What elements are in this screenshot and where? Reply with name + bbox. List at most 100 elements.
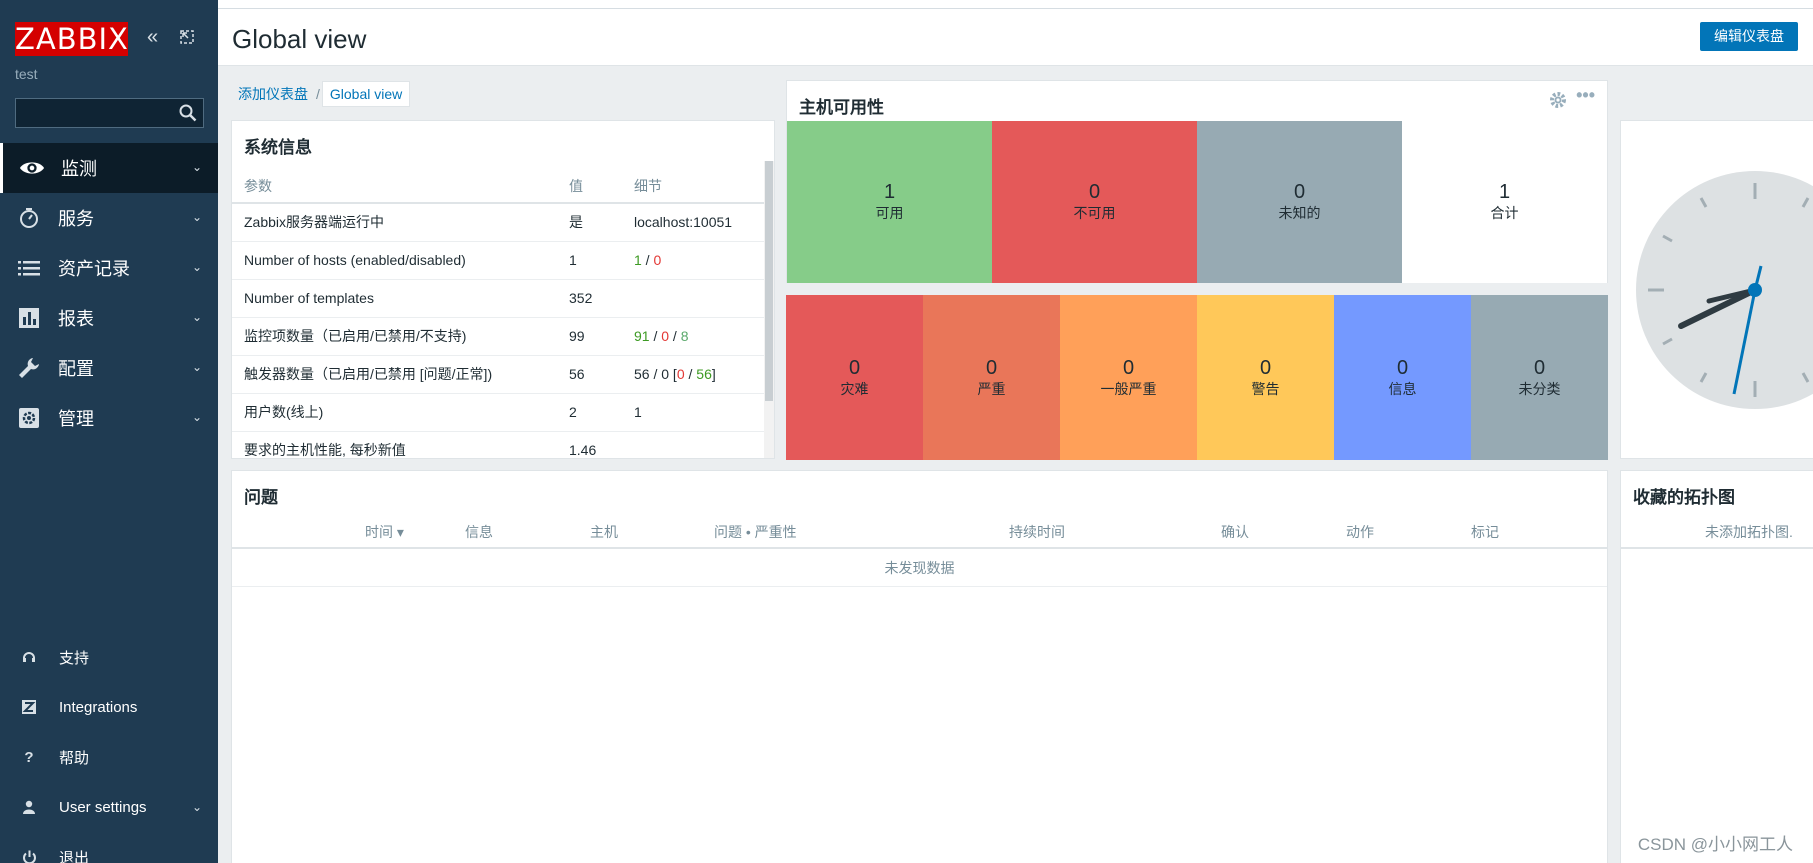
system-info-widget: 系统信息 参数 值 细节 Zabbix服务器端运行中 是 localhost:1… [231, 120, 775, 459]
stopwatch-icon [16, 206, 42, 230]
table-row: Zabbix服务器端运行中 是 localhost:10051 [232, 203, 766, 242]
zabbix-logo[interactable]: ZABBIX [15, 22, 128, 56]
page-header: Global view 编辑仪表盘 [218, 0, 1813, 66]
enabled-count: 1 [634, 252, 642, 268]
count: 0 [1533, 356, 1546, 379]
severity-cell-warning[interactable]: 0 警告 [1197, 295, 1334, 460]
edit-dashboard-button[interactable]: 编辑仪表盘 [1700, 22, 1798, 51]
label: 不可用 [1073, 205, 1116, 221]
ok-count: 56 [696, 366, 712, 382]
search-icon[interactable] [179, 104, 197, 125]
widget-title: 收藏的拓扑图 [1633, 488, 1735, 507]
breadcrumb-separator: / [316, 86, 320, 102]
system-info-table: 参数 值 细节 Zabbix服务器端运行中 是 localhost:10051 … [232, 169, 766, 458]
collapse-sidebar-icon[interactable]: « [147, 26, 158, 49]
severity-cell-not-classified[interactable]: 0 未分类 [1471, 295, 1608, 460]
severity-cell-high[interactable]: 0 严重 [923, 295, 1060, 460]
kiosk-mode-icon[interactable] [179, 28, 195, 51]
disabled-count: 0 [661, 328, 670, 344]
count: 0 [1088, 181, 1101, 203]
breadcrumb-dashboards-link[interactable]: 添加仪表盘 [232, 80, 314, 108]
sidebar-search[interactable] [15, 98, 204, 128]
column-header-info: 信息 [465, 524, 493, 540]
menu-item-services[interactable]: 服务 ⌄ [0, 193, 218, 243]
label: 一般严重 [1100, 380, 1157, 397]
breadcrumb-current[interactable]: Global view [321, 81, 411, 107]
column-header-time[interactable]: 时间 ▾ [365, 522, 404, 542]
menu-item-inventory[interactable]: 资产记录 ⌄ [0, 243, 218, 293]
count: 0 [1396, 356, 1409, 379]
menu-item-configuration[interactable]: 配置 ⌄ [0, 343, 218, 393]
param-cell: 监控项数量（已启用/已禁用/不支持) [232, 317, 557, 356]
menu-item-label: 支持 [59, 649, 90, 667]
trigger-counts: 56 / 0 [ [634, 366, 677, 382]
menu-item-monitoring[interactable]: 监测 ⌄ [0, 143, 218, 193]
disabled-count: 0 [653, 252, 662, 268]
detail-cell [622, 431, 766, 458]
enabled-count: 91 [634, 328, 650, 344]
param-cell: Number of templates [232, 279, 557, 318]
menu-item-integrations[interactable]: Integrations [0, 682, 218, 732]
clock-face [1636, 171, 1813, 409]
severity-cell-information[interactable]: 0 信息 [1334, 295, 1471, 460]
separator: / [669, 328, 681, 344]
severity-cell-disaster[interactable]: 0 灾难 [786, 295, 923, 460]
label: 信息 [1388, 380, 1417, 397]
severity-cell-average[interactable]: 0 一般严重 [1060, 295, 1197, 460]
value-cell: 352 [557, 279, 622, 318]
availability-cell-not-available[interactable]: 0 不可用 [992, 121, 1197, 283]
chevron-down-icon: ⌄ [191, 210, 202, 224]
problems-widget: 问题 时间 ▾ 信息 主机 问题 • 严重性 持续时间 确认 动作 标记 未发现… [231, 470, 1608, 863]
table-row: 触发器数量（已启用/已禁用 [问题/正常]) 56 56 / 0 [0 / 56… [232, 355, 766, 394]
menu-item-support[interactable]: 支持 [0, 632, 218, 682]
availability-row: 1 可用 0 不可用 0 未知的 1 合计 [787, 121, 1607, 283]
label: 未分类 [1518, 380, 1561, 397]
main-menu: 监测 ⌄ 服务 ⌄ 资产记录 ⌄ 报表 ⌄ 配置 ⌄ 管理 ⌄ [0, 143, 218, 443]
menu-item-reports[interactable]: 报表 ⌄ [0, 293, 218, 343]
menu-item-sign-out[interactable]: 退出 [0, 832, 218, 863]
host-availability-widget: 主机可用性 ••• 1 可用 0 不可用 0 未知的 1 合计 [786, 80, 1608, 283]
count: 1 [883, 181, 896, 203]
count: 0 [1293, 181, 1306, 203]
widget-settings-gear-icon[interactable] [1549, 91, 1567, 114]
param-cell: Zabbix服务器端运行中 [232, 203, 557, 242]
detail-cell: 91 / 0 / 8 [622, 317, 766, 356]
column-header-problem-severity: 问题 • 严重性 [714, 524, 797, 540]
menu-item-user-settings[interactable]: User settings ⌄ [0, 782, 218, 832]
detail-cell [622, 279, 766, 318]
menu-item-administration[interactable]: 管理 ⌄ [0, 393, 218, 443]
param-cell: 触发器数量（已启用/已禁用 [问题/正常]) [232, 355, 557, 394]
scrollbar-thumb[interactable] [765, 161, 773, 401]
column-header-duration: 持续时间 [1009, 524, 1065, 540]
menu-item-help[interactable]: ? 帮助 [0, 732, 218, 782]
availability-cell-available[interactable]: 1 可用 [787, 121, 992, 283]
value-cell: 是 [557, 203, 622, 242]
menu-item-label: 帮助 [59, 749, 90, 767]
detail-cell: 1 [622, 393, 766, 432]
menu-item-label: 管理 [58, 409, 94, 429]
scrollbar[interactable] [764, 161, 774, 458]
column-header: 细节 [622, 169, 766, 204]
widget-more-options-icon[interactable]: ••• [1576, 85, 1595, 106]
table-row: 用户数(线上) 2 1 [232, 393, 766, 432]
table-row: 监控项数量（已启用/已禁用/不支持) 99 91 / 0 / 8 [232, 317, 766, 356]
gear-icon [16, 406, 42, 430]
no-data-message: 未发现数据 [232, 549, 1607, 587]
count: 0 [848, 356, 861, 379]
problems-table-header: 时间 ▾ 信息 主机 问题 • 严重性 持续时间 确认 动作 标记 [232, 513, 1607, 549]
power-icon [20, 848, 38, 863]
bar-chart-icon [16, 306, 42, 330]
label: 灾难 [840, 380, 869, 397]
value-cell: 1.46 [557, 431, 622, 458]
column-header: 参数 [232, 169, 557, 204]
availability-cell-unknown[interactable]: 0 未知的 [1197, 121, 1402, 283]
search-input[interactable] [16, 99, 171, 127]
chevron-down-icon: ⌄ [191, 410, 202, 424]
count: 0 [985, 356, 998, 379]
menu-item-label: 配置 [58, 359, 94, 379]
separator: / [649, 328, 662, 344]
table-row: Number of hosts (enabled/disabled) 1 1 /… [232, 241, 766, 280]
chevron-down-icon: ⌄ [191, 310, 202, 324]
menu-item-label: Integrations [59, 698, 138, 716]
label: 严重 [977, 380, 1006, 397]
